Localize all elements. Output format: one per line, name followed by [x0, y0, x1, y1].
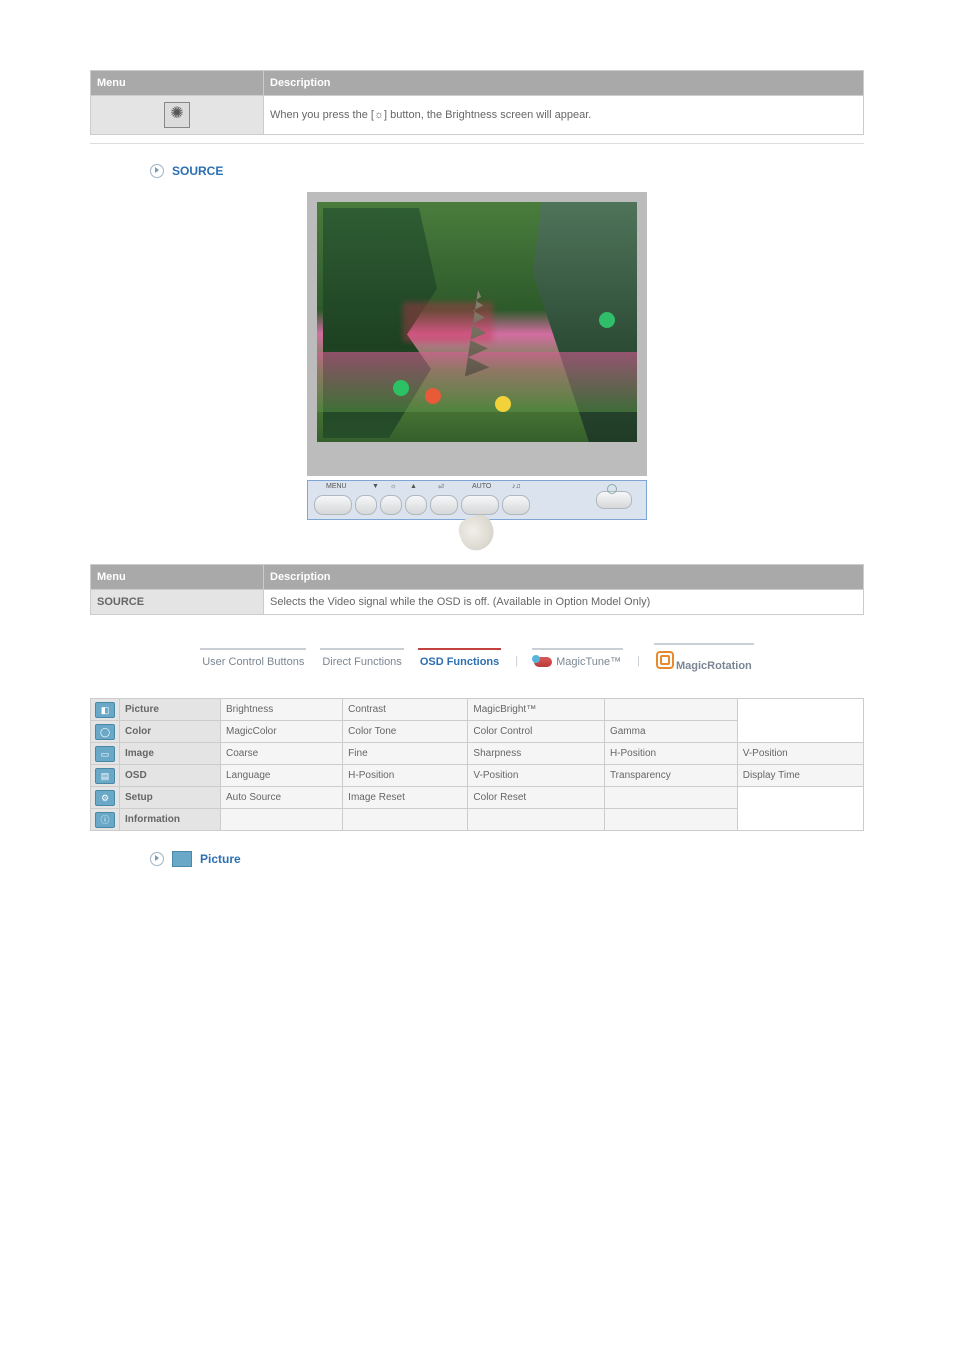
- source-table: MenuDescription SOURCESelects the Video …: [90, 564, 864, 615]
- brightness-icon: ✺: [164, 102, 190, 128]
- icon-image: ▭: [91, 743, 120, 765]
- c-vpos[interactable]: V-Position: [737, 743, 863, 765]
- brightness-desc: When you press the [☼] button, the Brigh…: [264, 96, 864, 135]
- c-colorreset[interactable]: Color Reset: [468, 787, 605, 809]
- cat-setup[interactable]: Setup: [120, 787, 221, 809]
- c-r5e: [604, 787, 737, 809]
- brightness-table: MenuDescription ✺ When you press the [☼] …: [90, 70, 864, 135]
- cat-color[interactable]: Color: [120, 721, 221, 743]
- c-imagereset[interactable]: Image Reset: [343, 787, 468, 809]
- c-language[interactable]: Language: [221, 765, 343, 787]
- btn-up[interactable]: [405, 495, 427, 515]
- brightness-icon-cell: ✺: [91, 96, 264, 135]
- c-transparency[interactable]: Transparency: [604, 765, 737, 787]
- c-r1e: [604, 699, 737, 721]
- section-picture: Picture: [150, 851, 864, 867]
- tab-magicrotation[interactable]: MagicRotation: [654, 643, 754, 678]
- c-r6a: [221, 809, 343, 831]
- c-gamma[interactable]: Gamma: [604, 721, 737, 743]
- c-magiccolor[interactable]: MagicColor: [221, 721, 343, 743]
- th2-desc: Description: [264, 565, 864, 590]
- cat-image[interactable]: Image: [120, 743, 221, 765]
- divider: [90, 143, 864, 144]
- picture-section-icon: [172, 851, 192, 867]
- icon-setup: ⚙: [91, 787, 120, 809]
- sep1: |: [515, 655, 518, 667]
- btn-bright[interactable]: [380, 495, 402, 515]
- monitor-screen: SAMSUNG: [307, 192, 647, 476]
- c-displaytime[interactable]: Display Time: [737, 765, 863, 787]
- c-r6c: [468, 809, 605, 831]
- lbl-auto: AUTO: [472, 483, 491, 490]
- tab-magictune[interactable]: MagicTune™: [532, 648, 623, 674]
- c-r6b: [343, 809, 468, 831]
- lbl-enter: ⏎: [438, 483, 444, 491]
- sep2: |: [637, 655, 640, 667]
- c-autosource[interactable]: Auto Source: [221, 787, 343, 809]
- section-source-label: SOURCE: [172, 164, 223, 178]
- c-brightness[interactable]: Brightness: [221, 699, 343, 721]
- icon-osd: ▤: [91, 765, 120, 787]
- c-hpos[interactable]: H-Position: [604, 743, 737, 765]
- icon-picture: ◧: [91, 699, 120, 721]
- section-source: SOURCE: [150, 164, 864, 178]
- c-colortone[interactable]: Color Tone: [343, 721, 468, 743]
- osd-grid: ◧PictureBrightnessContrastMagicBright™ ◯…: [90, 698, 864, 831]
- c-ovpos[interactable]: V-Position: [468, 765, 605, 787]
- tab-user-control[interactable]: User Control Buttons: [200, 648, 306, 674]
- lbl-down: ▼: [372, 483, 379, 490]
- magictune-icon: [534, 657, 552, 667]
- c-ohpos[interactable]: H-Position: [343, 765, 468, 787]
- lbl-menu: MENU: [326, 483, 347, 490]
- lbl-up: ▲: [410, 483, 417, 490]
- c-sharpness[interactable]: Sharpness: [468, 743, 605, 765]
- lbl-bright: ☼: [390, 483, 396, 490]
- th-menu: Menu: [91, 71, 264, 96]
- c-magicbright[interactable]: MagicBright™: [468, 699, 605, 721]
- c-coarse[interactable]: Coarse: [221, 743, 343, 765]
- monitor-illustration: SAMSUNG MENU ▼ ☼ ▲ ⏎ AUTO ♪♫: [307, 192, 647, 550]
- icon-color: ◯: [91, 721, 120, 743]
- bullet-icon-2: [150, 852, 164, 866]
- source-key: SOURCE: [91, 590, 264, 615]
- tabs-nav: User Control Buttons Direct Functions OS…: [90, 643, 864, 678]
- bullet-icon: [150, 164, 164, 178]
- magicrotation-icon: [656, 651, 674, 669]
- btn-auto[interactable]: [461, 495, 499, 515]
- btn-sound[interactable]: [502, 495, 530, 515]
- icon-info: ⓘ: [91, 809, 120, 831]
- section-picture-label: Picture: [200, 852, 241, 866]
- monitor-brand: SAMSUNG: [450, 459, 504, 468]
- cat-osd[interactable]: OSD: [120, 765, 221, 787]
- source-val: Selects the Video signal while the OSD i…: [264, 590, 864, 615]
- btn-down[interactable]: [355, 495, 377, 515]
- lbl-sound: ♪♫: [512, 483, 521, 490]
- th2-menu: Menu: [91, 565, 264, 590]
- c-fine[interactable]: Fine: [343, 743, 468, 765]
- cat-info[interactable]: Information: [120, 809, 221, 831]
- btn-enter[interactable]: [430, 495, 458, 515]
- cat-picture[interactable]: Picture: [120, 699, 221, 721]
- th-desc: Description: [264, 71, 864, 96]
- magictune-label: MagicTune™: [556, 656, 621, 668]
- c-contrast[interactable]: Contrast: [343, 699, 468, 721]
- tab-direct-functions[interactable]: Direct Functions: [320, 648, 403, 674]
- btn-menu[interactable]: [314, 495, 352, 515]
- c-colorcontrol[interactable]: Color Control: [468, 721, 605, 743]
- tab-osd-functions[interactable]: OSD Functions: [418, 648, 501, 674]
- magicrotation-label: MagicRotation: [676, 660, 752, 672]
- c-r6d: [604, 809, 737, 831]
- btn-power[interactable]: [596, 491, 632, 509]
